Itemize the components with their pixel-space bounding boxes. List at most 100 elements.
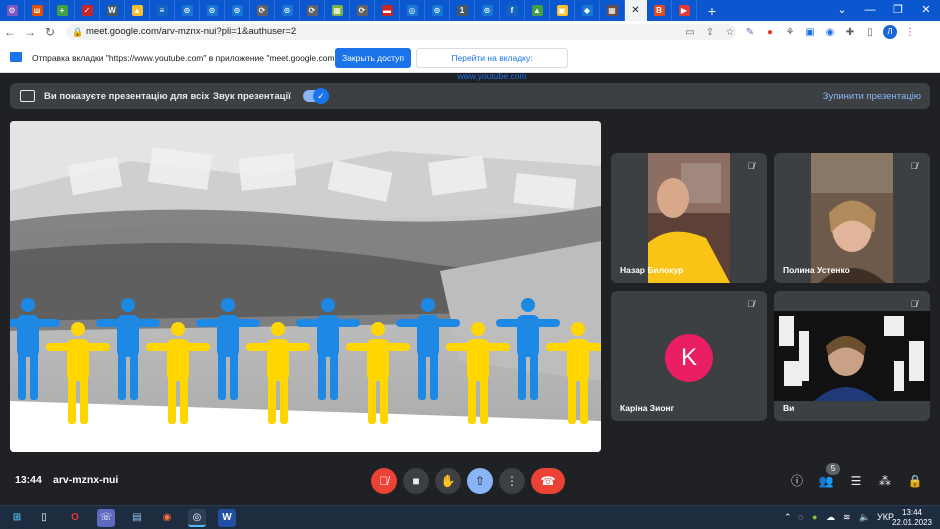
browser-tab[interactable]: ⊙	[275, 0, 300, 21]
bookmark-star-icon[interactable]: ☆	[720, 27, 740, 38]
browser-tab[interactable]: ⚙	[0, 0, 25, 21]
close-window-icon[interactable]: ✕	[912, 0, 940, 21]
tab-icon: ▣	[556, 5, 568, 16]
browser-tab[interactable]: ◆	[575, 0, 600, 21]
browser-tab[interactable]: ▣	[550, 0, 575, 21]
pen-extension-icon[interactable]: ✎	[740, 27, 760, 38]
screen-share-icon	[10, 52, 22, 62]
close-tab-icon[interactable]: ✕	[631, 5, 639, 16]
url-input[interactable]: 🔒 meet.google.com/arv-mznx-nui?pli=1&aut…	[66, 24, 736, 40]
cloud-icon[interactable]: ☁	[826, 512, 835, 523]
wifi-icon[interactable]: ≋	[843, 512, 851, 523]
presentation-sound-label: Звук презентації	[213, 91, 291, 102]
phone-hangup-icon: ☎	[540, 474, 556, 488]
browser-tab[interactable]: ▬	[375, 0, 400, 21]
host-controls-icon[interactable]: 🔒	[906, 472, 924, 490]
minimize-icon[interactable]: —	[856, 0, 884, 21]
viber-icon[interactable]: ☏	[97, 509, 115, 527]
share-icon[interactable]: ⇪	[700, 27, 720, 38]
translate-extension-icon[interactable]: ▣	[800, 27, 820, 38]
browser-tab[interactable]: +	[50, 0, 75, 21]
adblock-extension-icon[interactable]: ●	[760, 27, 780, 38]
forward-icon[interactable]: →	[20, 25, 40, 39]
task-view-icon[interactable]: ▯	[35, 509, 53, 527]
browser-tab[interactable]: ш	[25, 0, 50, 21]
browser-tab[interactable]: ▦	[325, 0, 350, 21]
sidebar-icon[interactable]: ▯	[860, 27, 880, 38]
chat-icon[interactable]: ☰	[847, 472, 865, 490]
lock-icon[interactable]: 🔒	[72, 24, 83, 40]
browser-tab[interactable]: ▦	[600, 0, 625, 21]
browser-tab[interactable]: f	[500, 0, 525, 21]
menu-icon[interactable]: ⋮	[900, 27, 920, 38]
camera-toggle-button[interactable]: ■	[403, 468, 429, 494]
profile-avatar[interactable]: Л	[883, 25, 897, 39]
browser-tab[interactable]: W	[100, 0, 125, 21]
chrome-icon[interactable]: ◎	[188, 509, 206, 527]
firefox-icon[interactable]: ◉	[158, 509, 176, 527]
leave-call-button[interactable]: ☎	[531, 468, 565, 494]
participant-name: Полина Устенко	[783, 265, 850, 275]
meeting-controls-bar: 13:44 arv-mznx-nui 🎙̸ ■ ✋ ⇧ ⋮ ☎ ⓘ 👥 ☰ ⁂ …	[0, 460, 940, 500]
browser-tab[interactable]: ◎	[400, 0, 425, 21]
more-vert-icon: ⋮	[506, 474, 518, 488]
browser-tab[interactable]: ⟳	[250, 0, 275, 21]
cast-icon[interactable]: ▭	[680, 27, 700, 38]
participant-tile[interactable]: K 🎙̸ Каріна Зионг	[611, 291, 767, 421]
present-now-button[interactable]: ⇧	[467, 468, 493, 494]
more-options-button[interactable]: ⋮	[499, 468, 525, 494]
meeting-time: 13:44	[15, 474, 42, 486]
extension-icon[interactable]: ⚘	[780, 27, 800, 38]
clock-time: 13:44	[901, 508, 922, 517]
browser-tab[interactable]: ▲	[125, 0, 150, 21]
participant-tile-self[interactable]: 🎙̸ Ви	[774, 291, 930, 421]
chevron-up-icon[interactable]: ⌃	[784, 512, 792, 523]
go-to-tab-button[interactable]: Перейти на вкладку: www.youtube.com	[416, 48, 568, 81]
browser-tab[interactable]: В	[647, 0, 672, 21]
new-tab-button[interactable]: +	[703, 3, 721, 19]
camera-icon: ■	[412, 474, 420, 488]
tab-search-icon[interactable]: ⌄	[828, 0, 856, 21]
reload-icon[interactable]: ↻	[40, 25, 60, 39]
back-icon[interactable]: ←	[0, 25, 20, 39]
opera-icon[interactable]: O	[66, 509, 84, 527]
restore-icon[interactable]: ❐	[884, 0, 912, 21]
browser-tab[interactable]: ✓	[75, 0, 100, 21]
browser-tab[interactable]: ≡	[150, 0, 175, 21]
browser-tab[interactable]: 1	[450, 0, 475, 21]
shared-screen	[10, 121, 601, 452]
browser-tab[interactable]: ▶	[672, 0, 697, 21]
puzzle-icon[interactable]: ✚	[840, 27, 860, 38]
participant-tile[interactable]: 🎙̸ Полина Устенко	[774, 153, 930, 283]
raise-hand-button[interactable]: ✋	[435, 468, 461, 494]
browser-tab[interactable]: ⟳	[350, 0, 375, 21]
browser-tab[interactable]: ⊙	[425, 0, 450, 21]
browser-tab[interactable]: ▲	[525, 0, 550, 21]
info-icon[interactable]: ⓘ	[788, 472, 806, 490]
stop-presenting-link[interactable]: Зупинити презентацію	[823, 91, 921, 102]
participant-avatar: K	[665, 334, 713, 382]
browser-tab[interactable]: ⊙	[225, 0, 250, 21]
participant-tile[interactable]: 🎙̸ Назар Билокур	[611, 153, 767, 283]
browser-tab-active[interactable]: ✕	[625, 0, 647, 21]
tab-icon: ⟳	[256, 5, 268, 16]
presenting-bar: Ви показуєте презентацію для всіх Звук п…	[10, 83, 930, 109]
browser-tab[interactable]: ⊙	[475, 0, 500, 21]
tab-icon: ▬	[381, 5, 393, 16]
word-icon[interactable]: W	[218, 509, 236, 527]
network-icon[interactable]: ◌	[798, 512, 803, 522]
tray-app-icon[interactable]: ●	[812, 512, 817, 522]
tab-icon: ⊙	[206, 5, 218, 16]
browser-tab[interactable]: ⊙	[175, 0, 200, 21]
record-extension-icon[interactable]: ◉	[820, 27, 840, 38]
system-clock[interactable]: 13:44 22.01.2023	[892, 508, 932, 528]
store-icon[interactable]: ▤	[128, 509, 146, 527]
presentation-sound-toggle[interactable]: ✓	[303, 88, 329, 104]
browser-tab[interactable]: ⟳	[300, 0, 325, 21]
volume-icon[interactable]: 🔈	[859, 512, 870, 523]
browser-tab[interactable]: ⊙	[200, 0, 225, 21]
mic-toggle-button[interactable]: 🎙̸	[371, 468, 397, 494]
windows-start-icon[interactable]: ⊞	[8, 509, 26, 527]
stop-sharing-button[interactable]: Закрыть доступ	[335, 48, 411, 68]
activities-icon[interactable]: ⁂	[876, 472, 894, 490]
